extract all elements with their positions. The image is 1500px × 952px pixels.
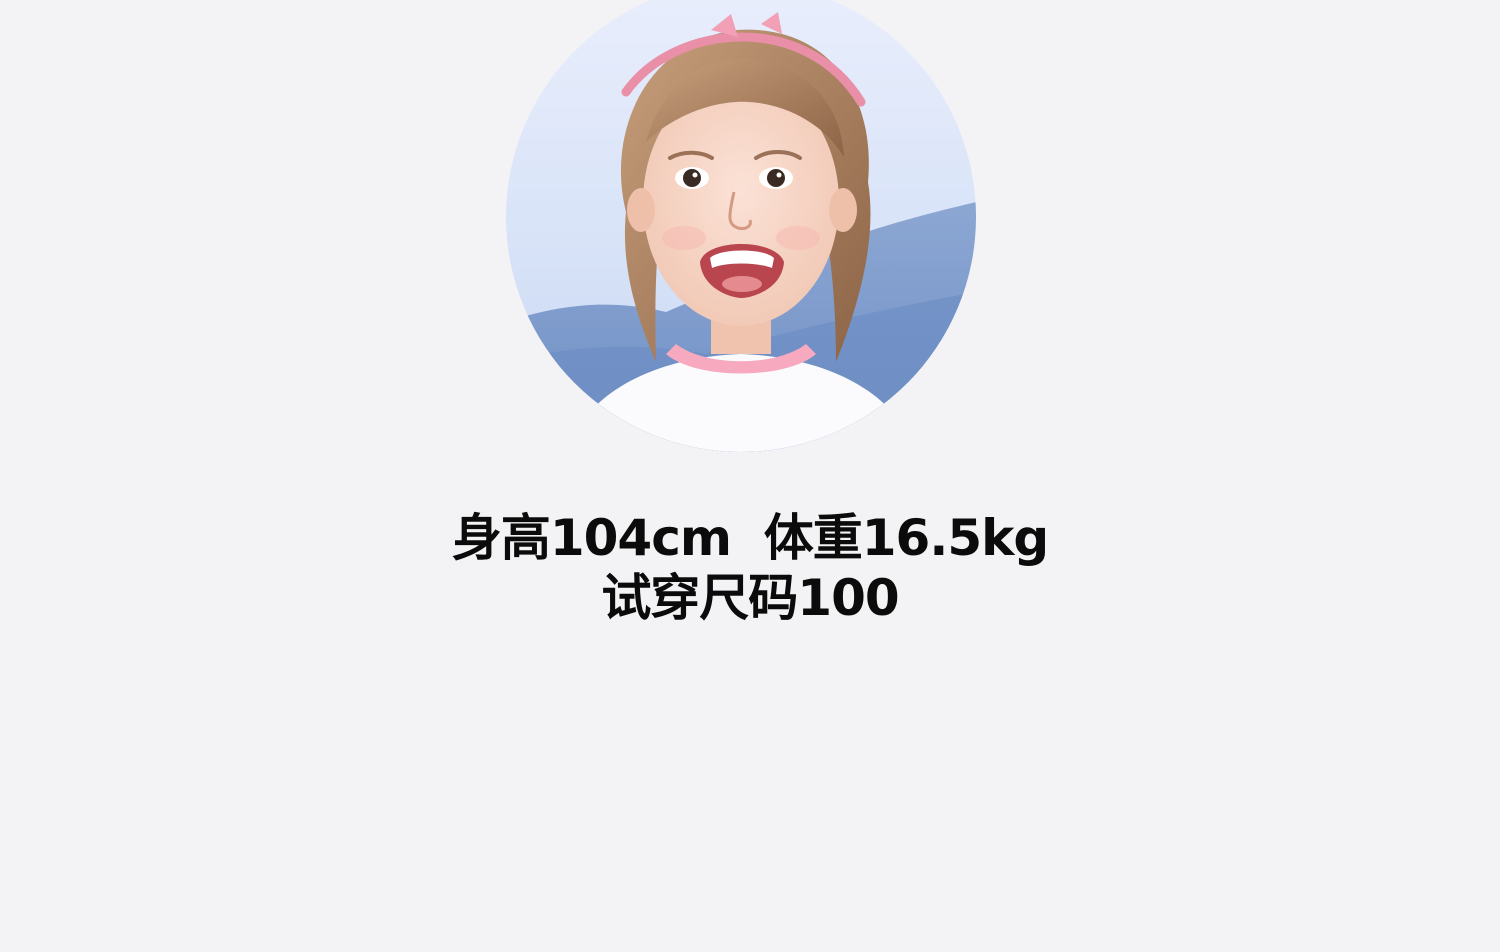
size-reference-card: 身高104cm 体重16.5kg 试穿尺码100 [0,0,1500,952]
trial-size-text: 试穿尺码100 [601,569,899,627]
model-height-weight-text: 身高104cm 体重16.5kg [451,509,1049,567]
model-portrait-photo [506,0,976,452]
model-size-info: 身高104cm 体重16.5kg 试穿尺码100 [0,508,1500,628]
model-photo-icon [506,0,976,452]
